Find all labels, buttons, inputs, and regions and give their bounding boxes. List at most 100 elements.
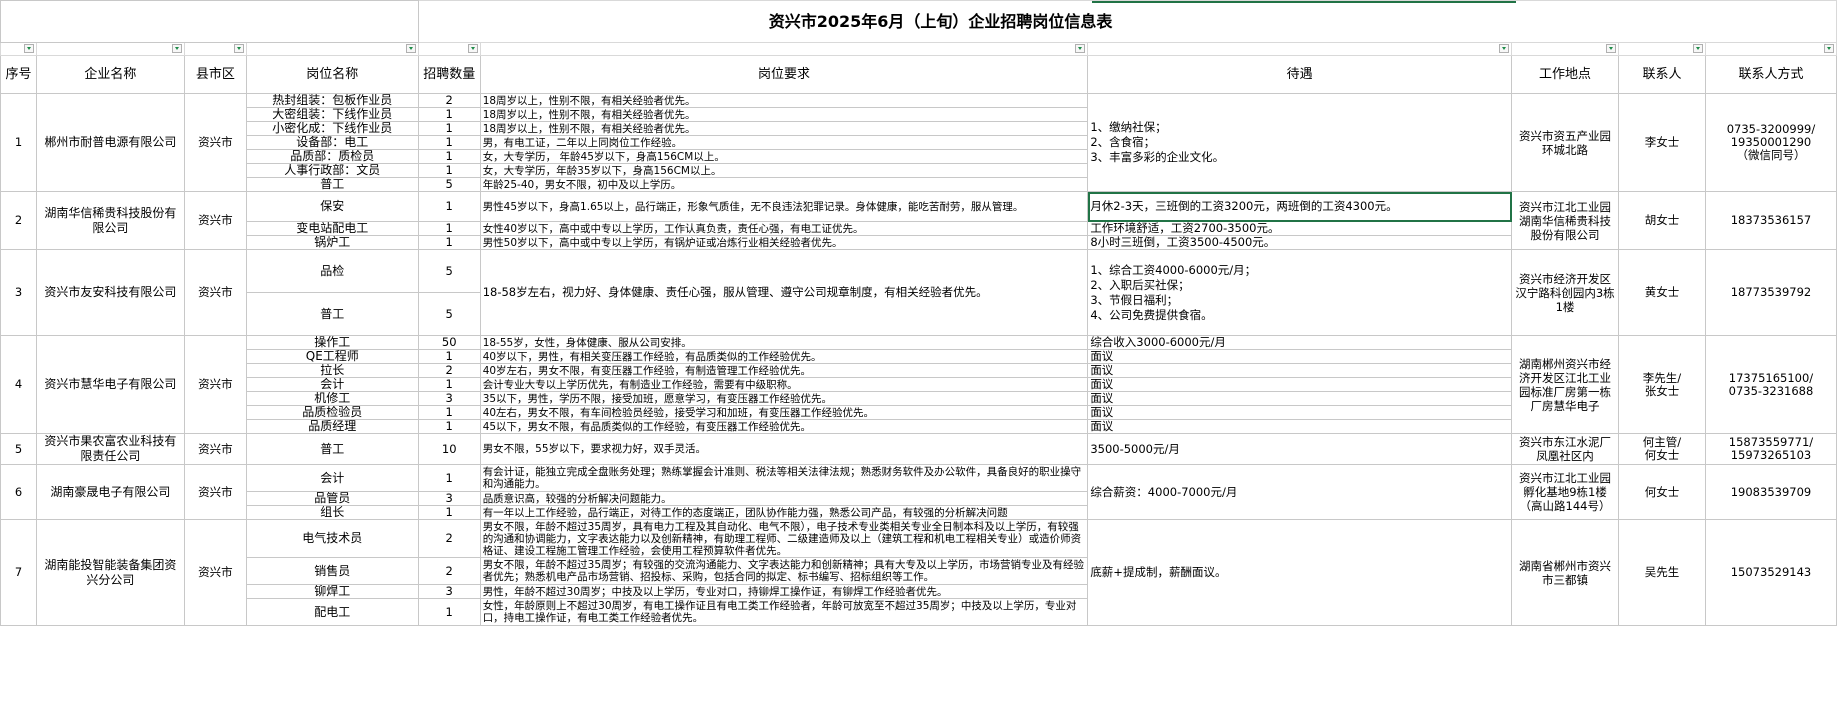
contact-person[interactable]: 何主管/何女士 — [1618, 433, 1706, 465]
benefits[interactable]: 面议 — [1087, 363, 1513, 378]
column-header[interactable]: 联系人方式 — [1704, 55, 1837, 94]
company-name[interactable]: 湖南能投智能装备集团资兴分公司 — [35, 519, 185, 626]
filter-dropdown-icon[interactable] — [233, 44, 244, 53]
hire-count[interactable]: 1 — [417, 598, 481, 626]
filter-dropdown-icon[interactable] — [1692, 44, 1703, 53]
job-requirement[interactable]: 男女不限，年龄不超过35周岁，具有电力工程及其自动化、电气不限），电子技术专业类… — [479, 519, 1089, 558]
company-name[interactable]: 资兴市慧华电子有限公司 — [35, 335, 185, 434]
work-location[interactable]: 资兴市东江水泥厂凤凰社区内 — [1511, 433, 1619, 465]
benefits[interactable]: 8小时三班倒，工资3500-4500元。 — [1087, 235, 1513, 250]
hire-count[interactable]: 1 — [417, 377, 481, 392]
job-title[interactable]: 设备部：电工 — [245, 135, 419, 150]
job-title[interactable]: 人事行政部：文员 — [245, 163, 419, 178]
job-requirement[interactable]: 女性，年龄原则上不超过30周岁，有电工操作证且有电工类工作经验者，年龄可放宽至不… — [479, 598, 1089, 626]
district[interactable]: 资兴市 — [183, 519, 247, 626]
hire-count[interactable]: 5 — [417, 249, 481, 293]
job-requirement[interactable]: 女性40岁以下，高中或中专以上学历，工作认真负责，责任心强，有电工证优先。 — [479, 221, 1089, 236]
contact-phone[interactable]: 15873559771/15973265103 — [1704, 433, 1837, 465]
hire-count[interactable]: 3 — [417, 584, 481, 599]
job-title[interactable]: 锅炉工 — [245, 235, 419, 250]
job-title[interactable]: 小密化成：下线作业员 — [245, 121, 419, 136]
contact-person[interactable]: 李先生/张女士 — [1618, 335, 1706, 434]
job-requirement[interactable]: 40岁以下，男性，有相关变压器工作经验，有品质类似的工作经验优先。 — [479, 349, 1089, 364]
hire-count[interactable]: 1 — [417, 121, 481, 136]
hire-count[interactable]: 1 — [417, 419, 481, 434]
hire-count[interactable]: 1 — [417, 135, 481, 150]
filter-dropdown-icon[interactable] — [1075, 44, 1086, 53]
work-location[interactable]: 湖南省郴州市资兴市三都镇 — [1511, 519, 1619, 626]
contact-person[interactable]: 何女士 — [1618, 464, 1706, 520]
district[interactable]: 资兴市 — [183, 249, 247, 336]
job-requirement[interactable]: 女，大专学历，年龄35岁以下，身高156CM以上。 — [479, 163, 1089, 178]
job-requirement[interactable]: 35以下，男性，学历不限，接受加班，愿意学习，有变压器工作经验优先。 — [479, 391, 1089, 406]
contact-phone[interactable]: 18773539792 — [1704, 249, 1837, 336]
hire-count[interactable]: 1 — [417, 235, 481, 250]
job-title[interactable]: 普工 — [245, 292, 419, 336]
work-location[interactable]: 资兴市江北工业园孵化基地9栋1楼（高山路144号） — [1511, 464, 1619, 520]
filter-dropdown-icon[interactable] — [467, 44, 478, 53]
company-name[interactable]: 湖南豪晟电子有限公司 — [35, 464, 185, 520]
district[interactable]: 资兴市 — [183, 335, 247, 434]
job-requirement[interactable]: 女，大专学历， 年龄45岁以下，身高156CM以上。 — [479, 149, 1089, 164]
column-header[interactable]: 企业名称 — [35, 55, 185, 94]
column-header[interactable]: 岗位要求 — [479, 55, 1089, 94]
benefits[interactable]: 3500-5000元/月 — [1087, 433, 1513, 465]
job-title[interactable]: 会计 — [245, 377, 419, 392]
job-title[interactable]: 热封组装：包板作业员 — [245, 93, 419, 108]
row-number[interactable]: 5 — [0, 433, 37, 465]
job-requirement[interactable]: 男，有电工证，二年以上同岗位工作经验。 — [479, 135, 1089, 150]
company-name[interactable]: 郴州市耐普电源有限公司 — [35, 93, 185, 192]
company-name[interactable]: 资兴市果农富农业科技有限责任公司 — [35, 433, 185, 465]
hire-count[interactable]: 5 — [417, 292, 481, 336]
column-header[interactable]: 招聘数量 — [417, 55, 481, 94]
work-location[interactable]: 资兴市资五产业园环城北路 — [1511, 93, 1619, 192]
job-title[interactable]: QE工程师 — [245, 349, 419, 364]
contact-phone[interactable]: 0735-3200999/19350001290 （微信同号） — [1704, 93, 1837, 192]
job-requirement[interactable]: 年龄25-40，男女不限，初中及以上学历。 — [479, 177, 1089, 192]
row-number[interactable]: 7 — [0, 519, 37, 626]
job-requirement[interactable]: 18周岁以上，性别不限，有相关经验者优先。 — [479, 107, 1089, 122]
job-requirement[interactable]: 会计专业大专以上学历优先，有制造业工作经验，需要有中级职称。 — [479, 377, 1089, 392]
hire-count[interactable]: 5 — [417, 177, 481, 192]
column-header[interactable]: 序号 — [0, 55, 37, 94]
hire-count[interactable]: 1 — [417, 221, 481, 236]
contact-phone[interactable]: 19083539709 — [1704, 464, 1837, 520]
hire-count[interactable]: 3 — [417, 391, 481, 406]
job-requirement[interactable]: 有会计证，能独立完成全盘账务处理；熟练掌握会计准则、税法等相关法律法规；熟悉财务… — [479, 464, 1089, 492]
hire-count[interactable]: 1 — [417, 149, 481, 164]
hire-count[interactable]: 2 — [417, 519, 481, 558]
job-title[interactable]: 组长 — [245, 505, 419, 520]
row-number[interactable]: 4 — [0, 335, 37, 434]
district[interactable]: 资兴市 — [183, 464, 247, 520]
job-title[interactable]: 品质检验员 — [245, 405, 419, 420]
hire-count[interactable]: 1 — [417, 107, 481, 122]
job-requirement[interactable]: 品质意识高，较强的分析解决问题能力。 — [479, 491, 1089, 506]
benefits[interactable]: 面议 — [1087, 391, 1513, 406]
job-requirement[interactable]: 男性，年龄不超过30周岁；中技及以上学历，专业对口，持铆焊工操作证，有铆焊工作经… — [479, 584, 1089, 599]
job-title[interactable]: 大密组装：下线作业员 — [245, 107, 419, 122]
row-number[interactable]: 1 — [0, 93, 37, 192]
filter-dropdown-icon[interactable] — [171, 44, 182, 53]
contact-phone[interactable]: 18373536157 — [1704, 191, 1837, 250]
job-title[interactable]: 普工 — [245, 177, 419, 192]
hire-count[interactable]: 1 — [417, 349, 481, 364]
hire-count[interactable]: 1 — [417, 163, 481, 178]
column-header[interactable]: 待遇 — [1087, 55, 1513, 94]
job-requirement[interactable]: 45以下，男女不限，有品质类似的工作经验，有变压器工作经验优先。 — [479, 419, 1089, 434]
job-title[interactable]: 普工 — [245, 433, 419, 465]
column-header[interactable]: 岗位名称 — [245, 55, 419, 94]
job-title[interactable]: 品检 — [245, 249, 419, 293]
benefits[interactable]: 面议 — [1087, 405, 1513, 420]
filter-dropdown-icon[interactable] — [405, 44, 416, 53]
contact-person[interactable]: 黄女士 — [1618, 249, 1706, 336]
benefits[interactable]: 综合薪资：4000-7000元/月 — [1087, 464, 1513, 520]
benefits[interactable]: 工作环境舒适，工资2700-3500元。 — [1087, 221, 1513, 236]
benefits[interactable]: 1、缴纳社保； 2、含食宿； 3、丰富多彩的企业文化。 — [1087, 93, 1513, 192]
contact-phone[interactable]: 15073529143 — [1704, 519, 1837, 626]
job-requirement[interactable]: 18-55岁，女性，身体健康、服从公司安排。 — [479, 335, 1089, 350]
job-title[interactable]: 操作工 — [245, 335, 419, 350]
contact-person[interactable]: 李女士 — [1618, 93, 1706, 192]
contact-person[interactable]: 胡女士 — [1618, 191, 1706, 250]
work-location[interactable]: 资兴市江北工业园湖南华信稀贵科技股份有限公司 — [1511, 191, 1619, 250]
hire-count[interactable]: 1 — [417, 191, 481, 222]
